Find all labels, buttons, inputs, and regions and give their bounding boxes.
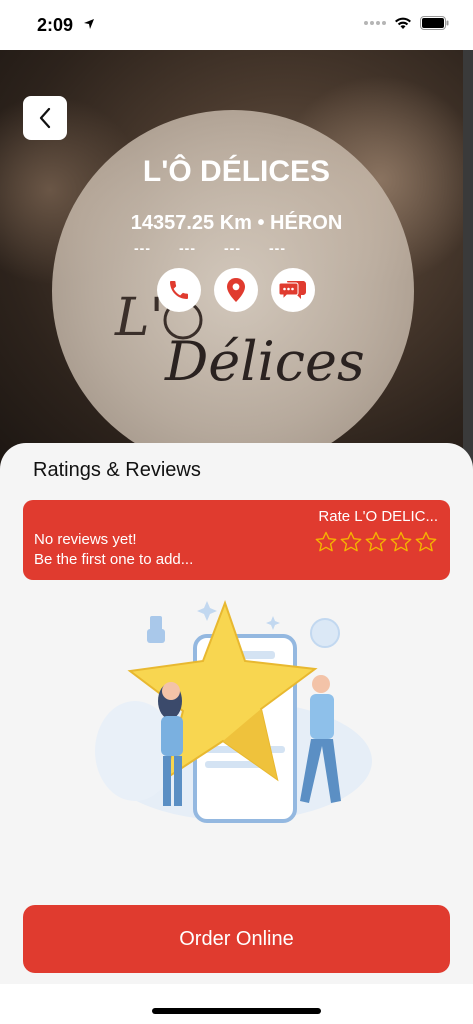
home-indicator [152,1008,321,1014]
placeholder-dash: --- [224,240,241,256]
battery-icon [420,16,449,30]
star-outline-icon[interactable] [364,530,388,554]
rating-illustration [95,600,372,823]
phone-icon [170,281,188,299]
status-time: 2:09 [37,15,74,35]
star-outline-icon[interactable] [314,530,338,554]
star-rating-input[interactable] [314,530,438,554]
no-reviews-line2: Be the first one to add... [34,551,194,568]
call-button[interactable] [157,268,201,312]
order-online-button[interactable]: Order Online [23,905,450,973]
hero-scrollbar [463,50,473,470]
wifi-icon [395,17,411,29]
star-outline-icon[interactable] [389,530,413,554]
star-outline-icon[interactable] [339,530,363,554]
status-bar: 2:09 [0,0,473,50]
no-reviews-message: No reviews yet! Be the first one to add.… [34,530,193,570]
rate-restaurant-label: Rate L'O DELIC... [318,508,438,525]
back-arrow-icon [39,107,51,129]
restaurant-name: L'Ô DÉLICES [142,155,331,188]
restaurant-distance-location: 14357.25 Km • HÉRON [130,212,343,234]
rate-restaurant-card[interactable]: Rate L'O DELIC... No reviews yet! Be the… [23,500,450,580]
bottom-safe-area [0,984,473,1024]
ratings-title: Ratings & Reviews [33,459,201,481]
location-pin-icon [227,278,245,302]
restaurant-hero-image: L' Délices [0,50,473,470]
chat-icon [279,281,306,301]
star-outline-icon[interactable] [414,530,438,554]
restaurant-info-placeholders: --- --- --- --- [134,240,286,256]
svg-text:Délices: Délices [164,330,365,393]
restaurant-actions [157,268,315,312]
chat-button[interactable] [271,268,315,312]
placeholder-dash: --- [134,240,151,256]
directions-button[interactable] [214,268,258,312]
ratings-sheet: Ratings & Reviews Rate L'O DELIC... No r… [0,443,473,984]
placeholder-dash: --- [179,240,196,256]
placeholder-dash: --- [269,240,286,256]
no-reviews-line1: No reviews yet! [34,531,137,548]
signal-dots-icon [364,21,386,25]
location-arrow-icon [84,19,94,29]
status-indicators [364,16,449,30]
back-button[interactable] [23,96,67,140]
